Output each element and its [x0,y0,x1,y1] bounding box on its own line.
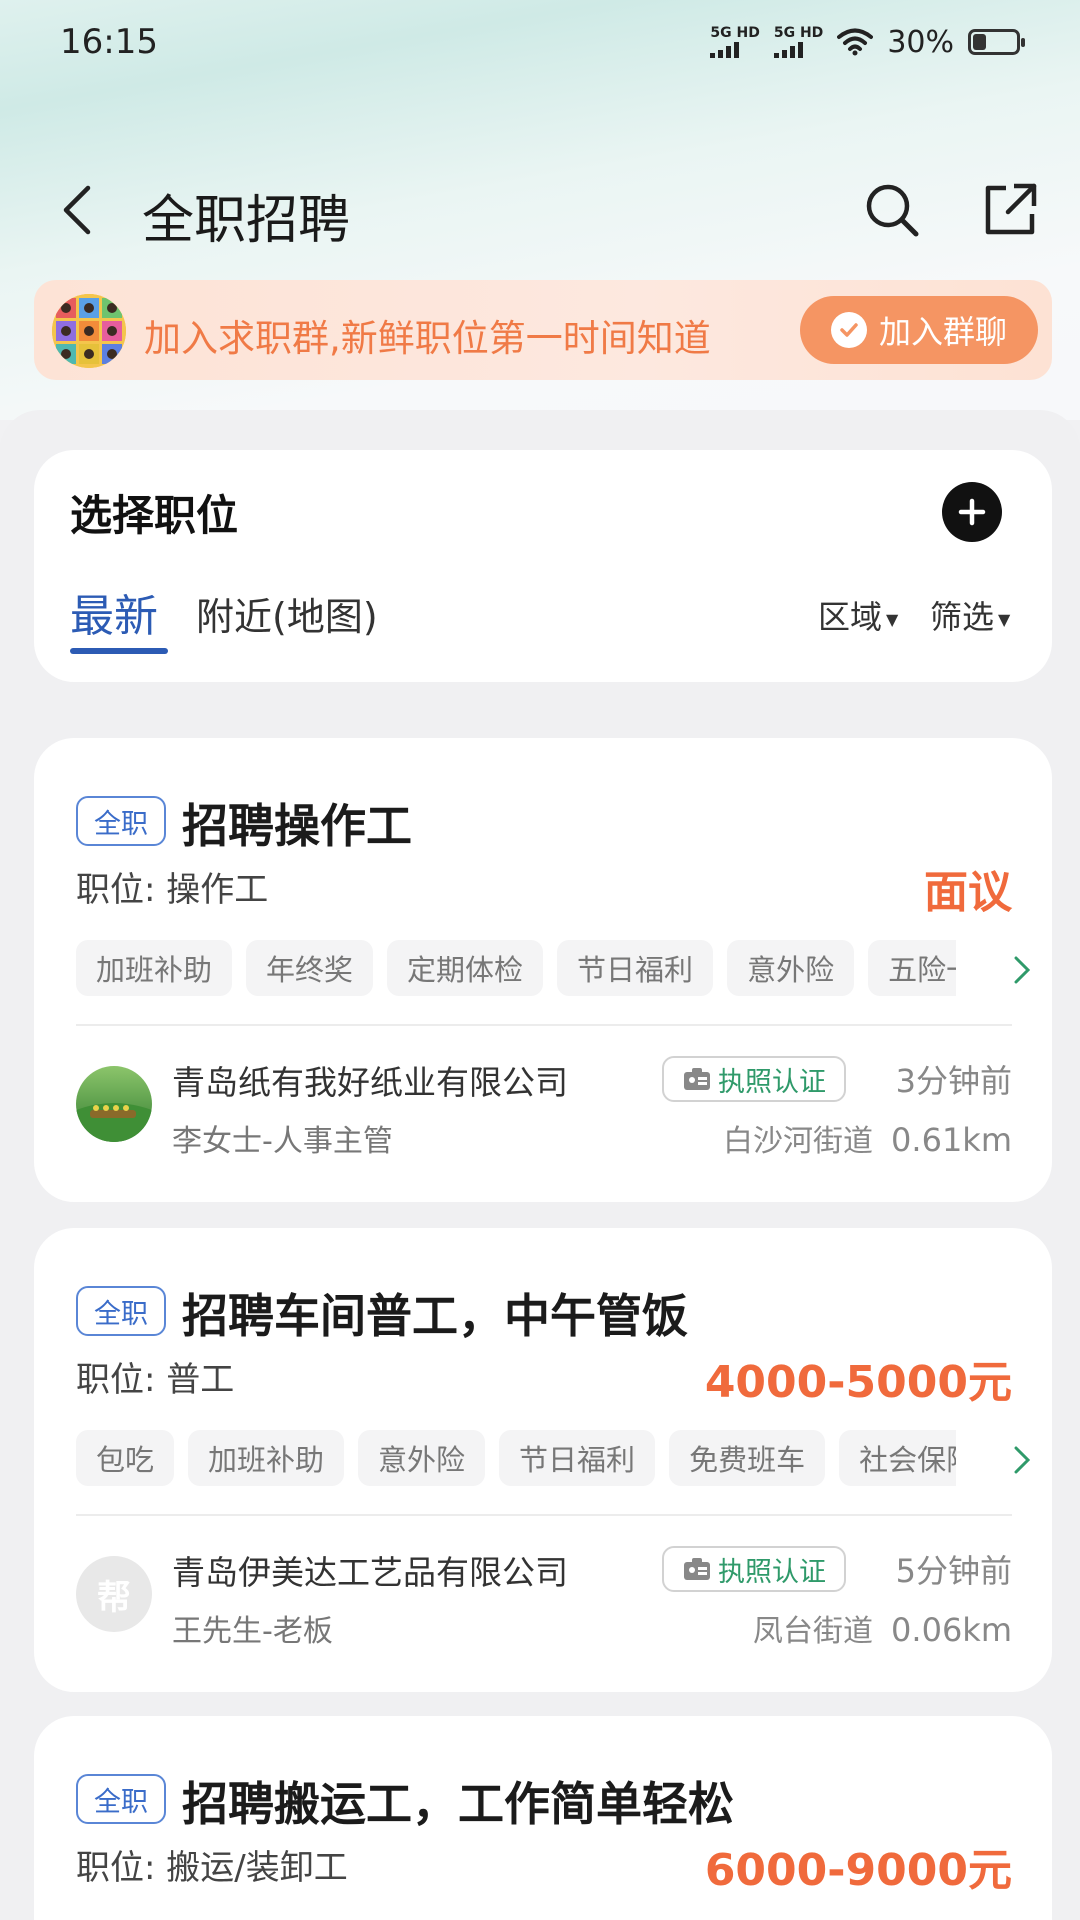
benefit-tag: 意外险 [358,1430,486,1486]
license-verified-badge: 执照认证 [662,1056,846,1102]
check-icon [830,312,867,348]
region-filter-dropdown[interactable]: 区域 ▼ [818,592,898,638]
benefit-tag: 定期体检 [387,940,544,996]
group-avatar [52,294,126,368]
back-arrow-icon[interactable] [54,182,104,238]
status-bar: 16:15 5G HD 5G HD 30% [0,0,1080,84]
tab-nearby-map[interactable]: 附近(地图) [196,586,378,641]
company-name: 青岛伊美达工艺品有限公司 [172,1553,568,1592]
job-salary: 面议 [924,867,1012,918]
job-position: 职位: 普工 [76,1360,235,1400]
job-type-badge: 全职 [76,796,166,846]
job-position: 职位: 操作工 [76,870,269,910]
id-card-icon [684,1068,710,1090]
job-position: 职位: 搬运/装卸工 [76,1848,348,1888]
join-group-label: 加入群聊 [878,313,1007,351]
contact-person: 王先生-老板 [172,1614,333,1649]
battery-icon [968,29,1025,55]
benefit-tag: 节日福利 [557,940,714,996]
caret-down-icon: ▼ [886,609,899,629]
chevron-right-icon[interactable] [1012,954,1032,986]
banner-text: 加入求职群,新鲜职位第一时间知道 [144,317,711,360]
job-location: 凤台街道 0.06km [753,1611,1012,1649]
add-position-button[interactable] [942,482,1002,542]
job-card[interactable]: 全职 招聘车间普工，中午管饭 职位: 普工 4000-5000元 包吃 加班补助… [34,1228,1052,1692]
status-time: 16:15 [60,22,158,62]
benefit-tag: 免费班车 [669,1430,826,1486]
plus-icon [958,498,986,526]
job-type-badge: 全职 [76,1774,166,1824]
join-group-button[interactable]: 加入群聊 [800,296,1038,364]
divider [76,1024,1012,1026]
posted-time: 3分钟前 [895,1062,1012,1100]
company-name: 青岛纸有我好纸业有限公司 [172,1063,568,1102]
signal-icon: 5G HD [710,26,760,58]
license-verified-badge: 执照认证 [662,1546,846,1592]
job-type-badge: 全职 [76,1286,166,1336]
job-card[interactable]: 全职 招聘操作工 职位: 操作工 面议 加班补助 年终奖 定期体检 节日福利 意… [34,738,1052,1202]
benefit-tag: 加班补助 [188,1430,345,1486]
chevron-right-icon[interactable] [1012,1444,1032,1476]
search-icon[interactable] [862,180,922,240]
job-salary: 6000-9000元 [704,1845,1012,1896]
id-card-icon [684,1558,710,1580]
posted-time: 5分钟前 [895,1552,1012,1590]
tab-latest[interactable]: 最新 [70,580,158,644]
benefit-tag: 包吃 [76,1430,175,1486]
active-tab-indicator [70,648,168,654]
caret-down-icon: ▼ [998,609,1011,629]
signal-icon: 5G HD [773,26,823,58]
benefit-tag: 加班补助 [76,940,233,996]
share-icon[interactable] [980,180,1040,240]
benefit-tags: 包吃 加班补助 意外险 节日福利 免费班车 社会保险 [76,1430,956,1486]
job-salary: 4000-5000元 [704,1357,1012,1408]
job-location: 白沙河街道 0.61km [723,1121,1012,1159]
screen-filter-dropdown[interactable]: 筛选 ▼ [930,592,1010,638]
nav-bar: 全职招聘 [0,160,1080,260]
divider [76,1514,1012,1516]
wifi-icon [837,28,874,56]
page-title: 全职招聘 [142,191,351,251]
benefit-tag: 节日福利 [499,1430,656,1486]
battery-percent: 30% [887,24,954,60]
job-card[interactable]: 全职 招聘搬运工，工作简单轻松 职位: 搬运/装卸工 6000-9000元 [34,1716,1052,1920]
position-selector-card: 选择职位 最新 附近(地图) 区域 ▼ 筛选 ▼ [34,450,1052,682]
benefit-tag: 年终奖 [246,940,374,996]
job-title: 招聘车间普工，中午管饭 [182,1289,688,1343]
selector-title: 选择职位 [70,491,239,540]
benefit-tag: 意外险 [727,940,855,996]
benefit-tag: 五险一金 [868,940,956,996]
job-title: 招聘操作工 [182,799,412,853]
company-avatar: 帮 [76,1556,152,1632]
status-icons: 5G HD 5G HD 30% [710,24,1025,60]
job-group-banner[interactable]: 加入求职群,新鲜职位第一时间知道 加入群聊 [34,280,1052,380]
benefit-tags: 加班补助 年终奖 定期体检 节日福利 意外险 五险一金 [76,940,956,996]
job-title: 招聘搬运工，工作简单轻松 [182,1777,734,1831]
contact-person: 李女士-人事主管 [172,1124,393,1159]
benefit-tag: 社会保险 [839,1430,956,1486]
company-avatar [76,1066,152,1142]
